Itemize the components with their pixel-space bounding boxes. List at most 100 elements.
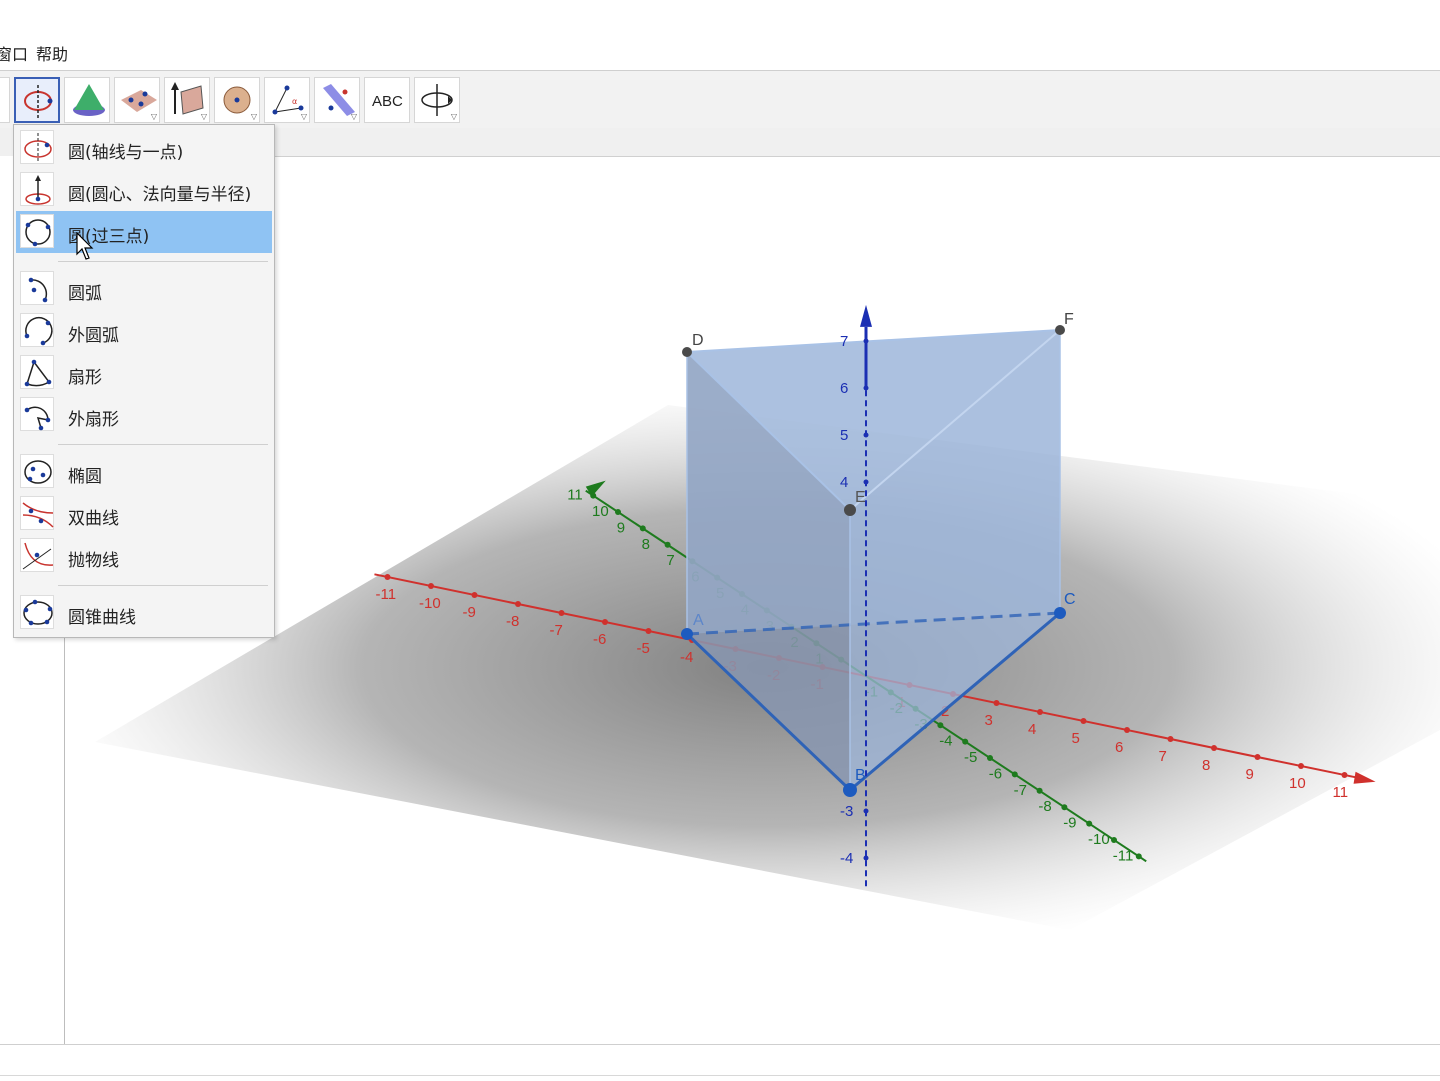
x-tick-label: 9 xyxy=(1246,766,1254,783)
circle-tool-icon xyxy=(24,85,53,119)
x-tick-label: 8 xyxy=(1202,757,1210,774)
x-tick-label: -9 xyxy=(463,604,476,621)
y-tick xyxy=(1036,787,1043,794)
menu-item-sector[interactable]: 扇形 xyxy=(16,352,272,394)
menu-item-circle-three-points[interactable]: 圆(过三点) xyxy=(16,211,272,253)
menu-item-ellipse[interactable]: 椭圆 xyxy=(16,451,272,493)
circle-axis-point-icon xyxy=(20,130,54,164)
x-tick xyxy=(558,610,565,616)
x-tick xyxy=(1080,718,1087,724)
z-tick xyxy=(863,855,869,861)
y-tick xyxy=(590,492,597,499)
menu-item-circle-axis-point[interactable]: 圆(轴线与一点) xyxy=(16,127,272,169)
sphere-tool-button[interactable]: ▽ xyxy=(214,77,260,123)
circle-three-points-icon xyxy=(20,214,54,248)
menu-window[interactable]: 窗口 xyxy=(0,41,28,65)
svg-text:ABC: ABC xyxy=(372,93,403,110)
z-tick xyxy=(863,479,869,485)
menu-item-circumcircular-sector[interactable]: 外扇形 xyxy=(16,394,272,436)
menu-separator xyxy=(58,444,268,445)
x-tick-label: -8 xyxy=(506,613,519,630)
z-tick xyxy=(863,338,869,344)
x-tick xyxy=(428,583,434,589)
x-tick-label: 11 xyxy=(1333,784,1349,801)
point-c[interactable] xyxy=(1054,607,1066,619)
menu-item-circle-center-normal-radius[interactable]: 圆(圆心、法向量与半径) xyxy=(16,169,272,211)
x-tick-label: -10 xyxy=(419,595,441,612)
conic-icon xyxy=(20,595,54,629)
y-tick xyxy=(615,509,621,515)
tool-partial[interactable] xyxy=(0,77,10,123)
menu-item-parabola[interactable]: 抛物线 xyxy=(16,535,272,577)
text-tool-button[interactable]: ABC xyxy=(364,77,410,123)
circumcircular-arc-icon xyxy=(20,313,54,347)
label-b: B xyxy=(855,767,866,784)
menu-item-label: 外扇形 xyxy=(68,410,119,430)
x-tick xyxy=(993,700,1000,706)
z-tick-label: -4 xyxy=(840,850,853,867)
x-tick-label: -7 xyxy=(550,622,563,639)
angle-tool-button[interactable]: α ▽ xyxy=(264,77,310,123)
x-tick xyxy=(602,619,608,625)
menu-item-label: 双曲线 xyxy=(68,509,119,529)
arc-icon xyxy=(20,271,54,305)
label-e: E xyxy=(855,489,866,506)
y-tick xyxy=(1011,771,1018,778)
point-a[interactable] xyxy=(681,628,693,640)
menu-item-conic[interactable]: 圆锥曲线 xyxy=(16,592,272,634)
x-tick-label: -6 xyxy=(593,631,606,648)
label-f: F xyxy=(1064,311,1074,328)
prism-face-back xyxy=(687,330,1060,634)
y-tick xyxy=(1111,837,1117,843)
x-tick-label: -5 xyxy=(637,640,650,657)
label-a: A xyxy=(693,612,704,629)
y-tick-label: 9 xyxy=(617,519,625,536)
z-tick-label: 5 xyxy=(840,427,848,444)
point-b[interactable] xyxy=(843,783,857,797)
menu-item-label: 圆(圆心、法向量与半径) xyxy=(68,185,252,205)
x-tick-label: 3 xyxy=(985,712,993,729)
prism-tool-button[interactable]: ▽ xyxy=(164,77,210,123)
x-tick xyxy=(1211,745,1217,751)
reflect-tool-button[interactable]: ▽ xyxy=(314,77,360,123)
plane-tool-button[interactable]: ▽ xyxy=(114,77,160,123)
menu-item-circumcircular-arc[interactable]: 外圆弧 xyxy=(16,310,272,352)
x-tick xyxy=(1037,709,1043,715)
y-tick xyxy=(937,722,944,729)
y-tick-label: -6 xyxy=(989,765,1002,782)
toolbar: ▽ ▽ ▽ α ▽ ▽ ABC ▽ xyxy=(0,70,1440,130)
label-c: C xyxy=(1064,591,1076,608)
parabola-icon xyxy=(20,538,54,572)
y-tick-label: 8 xyxy=(642,536,650,553)
x-tick-label: 10 xyxy=(1289,775,1306,792)
menu-separator xyxy=(58,585,268,586)
menu-help[interactable]: 帮助 xyxy=(36,41,68,65)
x-tick xyxy=(471,592,478,598)
y-tick-label: -11 xyxy=(1113,847,1134,864)
menu-item-arc[interactable]: 圆弧 xyxy=(16,268,272,310)
y-tick-label: -10 xyxy=(1088,831,1110,848)
text-tool-icon: ABC xyxy=(372,93,403,110)
y-tick-label: -9 xyxy=(1063,815,1076,832)
cone-tool-button[interactable] xyxy=(64,77,110,123)
menu-item-label: 外圆弧 xyxy=(68,326,119,346)
x-tick xyxy=(1167,736,1174,742)
input-bar[interactable] xyxy=(0,1044,1440,1081)
y-tick-label: -5 xyxy=(964,749,977,766)
x-tick xyxy=(1341,772,1348,778)
rotate-view-tool-button[interactable]: ▽ xyxy=(414,77,460,123)
circle-tool-button[interactable] xyxy=(14,77,60,123)
y-tick-label: 10 xyxy=(592,503,609,520)
y-tick xyxy=(962,738,969,745)
x-tick xyxy=(1254,754,1261,760)
ellipse-icon xyxy=(20,454,54,488)
menu-item-hyperbola[interactable]: 双曲线 xyxy=(16,493,272,535)
y-tick xyxy=(1061,804,1068,811)
y-tick-label: -4 xyxy=(939,733,952,750)
x-tick xyxy=(515,601,521,607)
z-axis-arrow xyxy=(860,304,872,327)
menu-item-label: 圆(轴线与一点) xyxy=(68,143,184,163)
cone-tool-icon xyxy=(73,84,105,116)
x-tick xyxy=(384,574,391,580)
point-d[interactable] xyxy=(682,347,692,357)
